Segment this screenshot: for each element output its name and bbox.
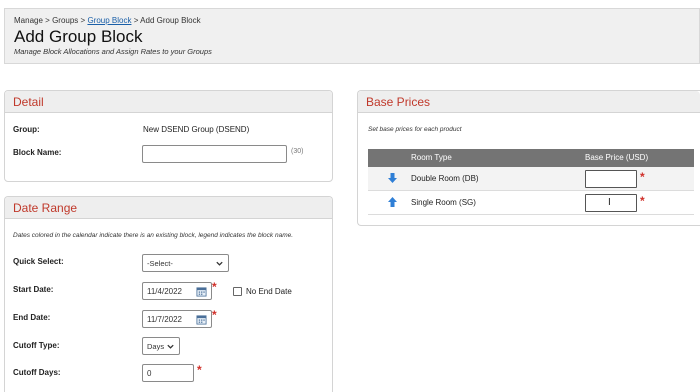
chevron-down-icon <box>167 344 174 349</box>
base-price-input-single[interactable]: Ι <box>585 194 637 212</box>
no-end-date-checkbox[interactable] <box>233 287 242 296</box>
date-range-note: Dates colored in the calendar indicate t… <box>13 232 294 239</box>
quick-select-label: Quick Select: <box>13 257 64 266</box>
start-date-label: Start Date: <box>13 285 54 294</box>
start-date-required-mark: * <box>212 280 217 294</box>
quick-select-dropdown[interactable]: -Select- <box>142 254 229 272</box>
breadcrumb-group-block-link[interactable]: Group Block <box>87 16 131 25</box>
arrow-down-icon[interactable] <box>387 172 398 184</box>
cutoff-type-label: Cutoff Type: <box>13 341 60 350</box>
page-header: Manage > Groups > Group Block > Add Grou… <box>4 8 700 64</box>
breadcrumb-groups[interactable]: Groups <box>52 16 78 25</box>
table-row: Single Room (SG) Ι * <box>368 191 694 215</box>
date-range-panel-title: Date Range <box>5 197 332 219</box>
start-date-value: 11/4/2022 <box>147 287 182 296</box>
block-name-input[interactable] <box>142 145 287 163</box>
room-type-single: Single Room (SG) <box>411 198 476 207</box>
breadcrumb: Manage > Groups > Group Block > Add Grou… <box>14 16 201 25</box>
page-title: Add Group Block <box>14 27 143 46</box>
page-subtitle: Manage Block Allocations and Assign Rate… <box>14 47 212 56</box>
base-prices-panel: Base Prices Set base prices for each pro… <box>357 90 700 226</box>
cutoff-type-value: Days <box>147 342 165 351</box>
cutoff-days-required-mark: * <box>197 363 202 377</box>
column-header-base-price: Base Price (USD) <box>585 153 649 162</box>
base-price-required-mark: * <box>640 194 645 208</box>
arrow-up-icon[interactable] <box>387 196 398 208</box>
breadcrumb-manage[interactable]: Manage <box>14 16 43 25</box>
start-date-input[interactable]: 11/4/2022 <box>142 282 212 300</box>
detail-panel: Detail Group: New DSEND Group (DSEND) Bl… <box>4 90 333 182</box>
end-date-required-mark: * <box>212 308 217 322</box>
base-prices-note: Set base prices for each product <box>368 126 462 133</box>
chevron-down-icon <box>216 261 223 266</box>
calendar-icon[interactable] <box>196 314 207 325</box>
table-row: Double Room (DB) * <box>368 167 694 191</box>
end-date-label: End Date: <box>13 313 51 322</box>
end-date-value: 11/7/2022 <box>147 315 182 324</box>
room-type-double: Double Room (DB) <box>411 174 479 183</box>
base-prices-panel-title: Base Prices <box>358 91 700 113</box>
group-value: New DSEND Group (DSEND) <box>143 125 250 134</box>
cutoff-type-dropdown[interactable]: Days <box>142 337 180 355</box>
block-name-maxlength-hint: (30) <box>291 148 304 155</box>
breadcrumb-separator: > <box>45 16 50 25</box>
base-prices-table-header: Room Type Base Price (USD) <box>368 149 694 167</box>
end-date-input[interactable]: 11/7/2022 <box>142 310 212 328</box>
text-cursor-icon: Ι <box>608 197 611 208</box>
no-end-date-label: No End Date <box>246 287 292 296</box>
group-label: Group: <box>13 125 40 134</box>
calendar-icon[interactable] <box>196 286 207 297</box>
base-price-input-double[interactable] <box>585 170 637 188</box>
block-name-label: Block Name: <box>13 148 62 157</box>
breadcrumb-current: Add Group Block <box>140 16 201 25</box>
column-header-room-type: Room Type <box>411 153 452 162</box>
breadcrumb-separator: > <box>80 16 86 25</box>
cutoff-days-label: Cutoff Days: <box>13 368 61 377</box>
quick-select-value: -Select- <box>147 259 173 268</box>
breadcrumb-separator: > <box>133 16 139 25</box>
cutoff-days-input[interactable]: 0 <box>142 364 194 382</box>
detail-panel-title: Detail <box>5 91 332 113</box>
base-price-required-mark: * <box>640 170 645 184</box>
date-range-panel: Date Range Dates colored in the calendar… <box>4 196 333 392</box>
